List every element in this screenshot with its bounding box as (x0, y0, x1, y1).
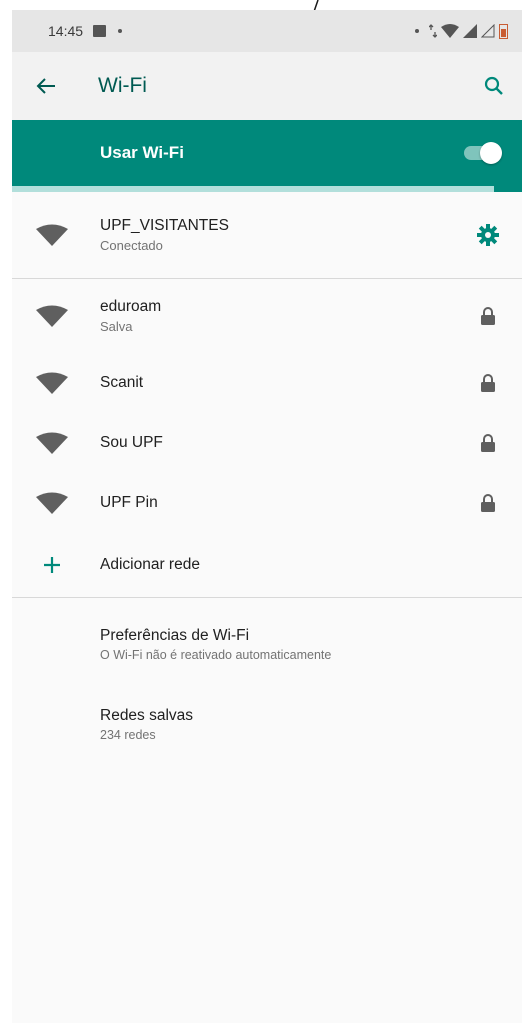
network-ssid: Scanit (100, 374, 144, 391)
network-status: Salva (100, 319, 133, 334)
plus-icon (44, 557, 60, 573)
network-ssid: UPF_VISITANTES (100, 217, 229, 234)
network-row-scanit[interactable]: Scanit (12, 353, 522, 413)
search-icon[interactable] (484, 76, 504, 96)
lock-icon (481, 494, 495, 512)
wifi-signal-icon (36, 305, 68, 327)
lock-icon (481, 434, 495, 452)
lock-icon (481, 307, 495, 325)
network-ssid: UPF Pin (100, 494, 158, 511)
preferences-title: Preferências de Wi-Fi (100, 626, 250, 644)
saved-networks-summary: 234 redes (100, 727, 156, 742)
wifi-signal-icon (36, 224, 68, 246)
data-arrows-icon (429, 24, 437, 38)
status-dot-icon (415, 29, 419, 33)
master-switch-label: Usar Wi-Fi (100, 143, 184, 162)
status-time: 14:45 (48, 23, 84, 39)
connected-network-row[interactable]: UPF_VISITANTES Conectado (12, 192, 522, 278)
lock-icon (481, 374, 495, 392)
gear-icon[interactable] (476, 223, 500, 247)
wifi-signal-icon (36, 432, 68, 454)
signal-empty-icon (481, 24, 495, 38)
saved-networks-title: Redes salvas (100, 706, 194, 724)
wifi-toggle[interactable] (464, 142, 502, 164)
battery-icon (499, 23, 508, 39)
app-bar: Wi-Fi (12, 52, 522, 120)
saved-networks-item[interactable]: Redes salvas 234 redes (12, 684, 522, 764)
wifi-signal-icon (36, 372, 68, 394)
signal-icon (463, 24, 477, 38)
wifi-master-switch-row[interactable]: Usar Wi-Fi (12, 120, 522, 186)
network-ssid: Sou UPF (100, 434, 163, 451)
wifi-status-icon (441, 24, 459, 38)
image-notification-icon (93, 25, 107, 37)
network-row-eduroam[interactable]: eduroam Salva (12, 279, 522, 353)
preferences-summary: O Wi-Fi não é reativado automaticamente (100, 647, 332, 662)
back-arrow-icon[interactable] (36, 77, 56, 95)
phone-screen: 14:45 Wi-Fi Usar Wi-Fi UPF_VISITANTES Co… (12, 10, 522, 1023)
network-status: Conectado (100, 238, 163, 253)
network-row-sou-upf[interactable]: Sou UPF (12, 413, 522, 473)
status-bar: 14:45 (12, 10, 522, 52)
divider (12, 597, 522, 598)
wifi-preferences-item[interactable]: Preferências de Wi-Fi O Wi-Fi não é reat… (12, 604, 522, 684)
page-title: Wi-Fi (98, 74, 147, 97)
network-ssid: eduroam (100, 298, 162, 315)
status-icons (415, 23, 508, 39)
add-network-row[interactable]: Adicionar rede (12, 533, 522, 597)
wifi-signal-icon (36, 492, 68, 514)
toggle-thumb (480, 142, 502, 164)
add-network-label: Adicionar rede (100, 556, 200, 573)
network-row-upf-pin[interactable]: UPF Pin (12, 473, 522, 533)
notification-dot-icon (118, 29, 123, 33)
